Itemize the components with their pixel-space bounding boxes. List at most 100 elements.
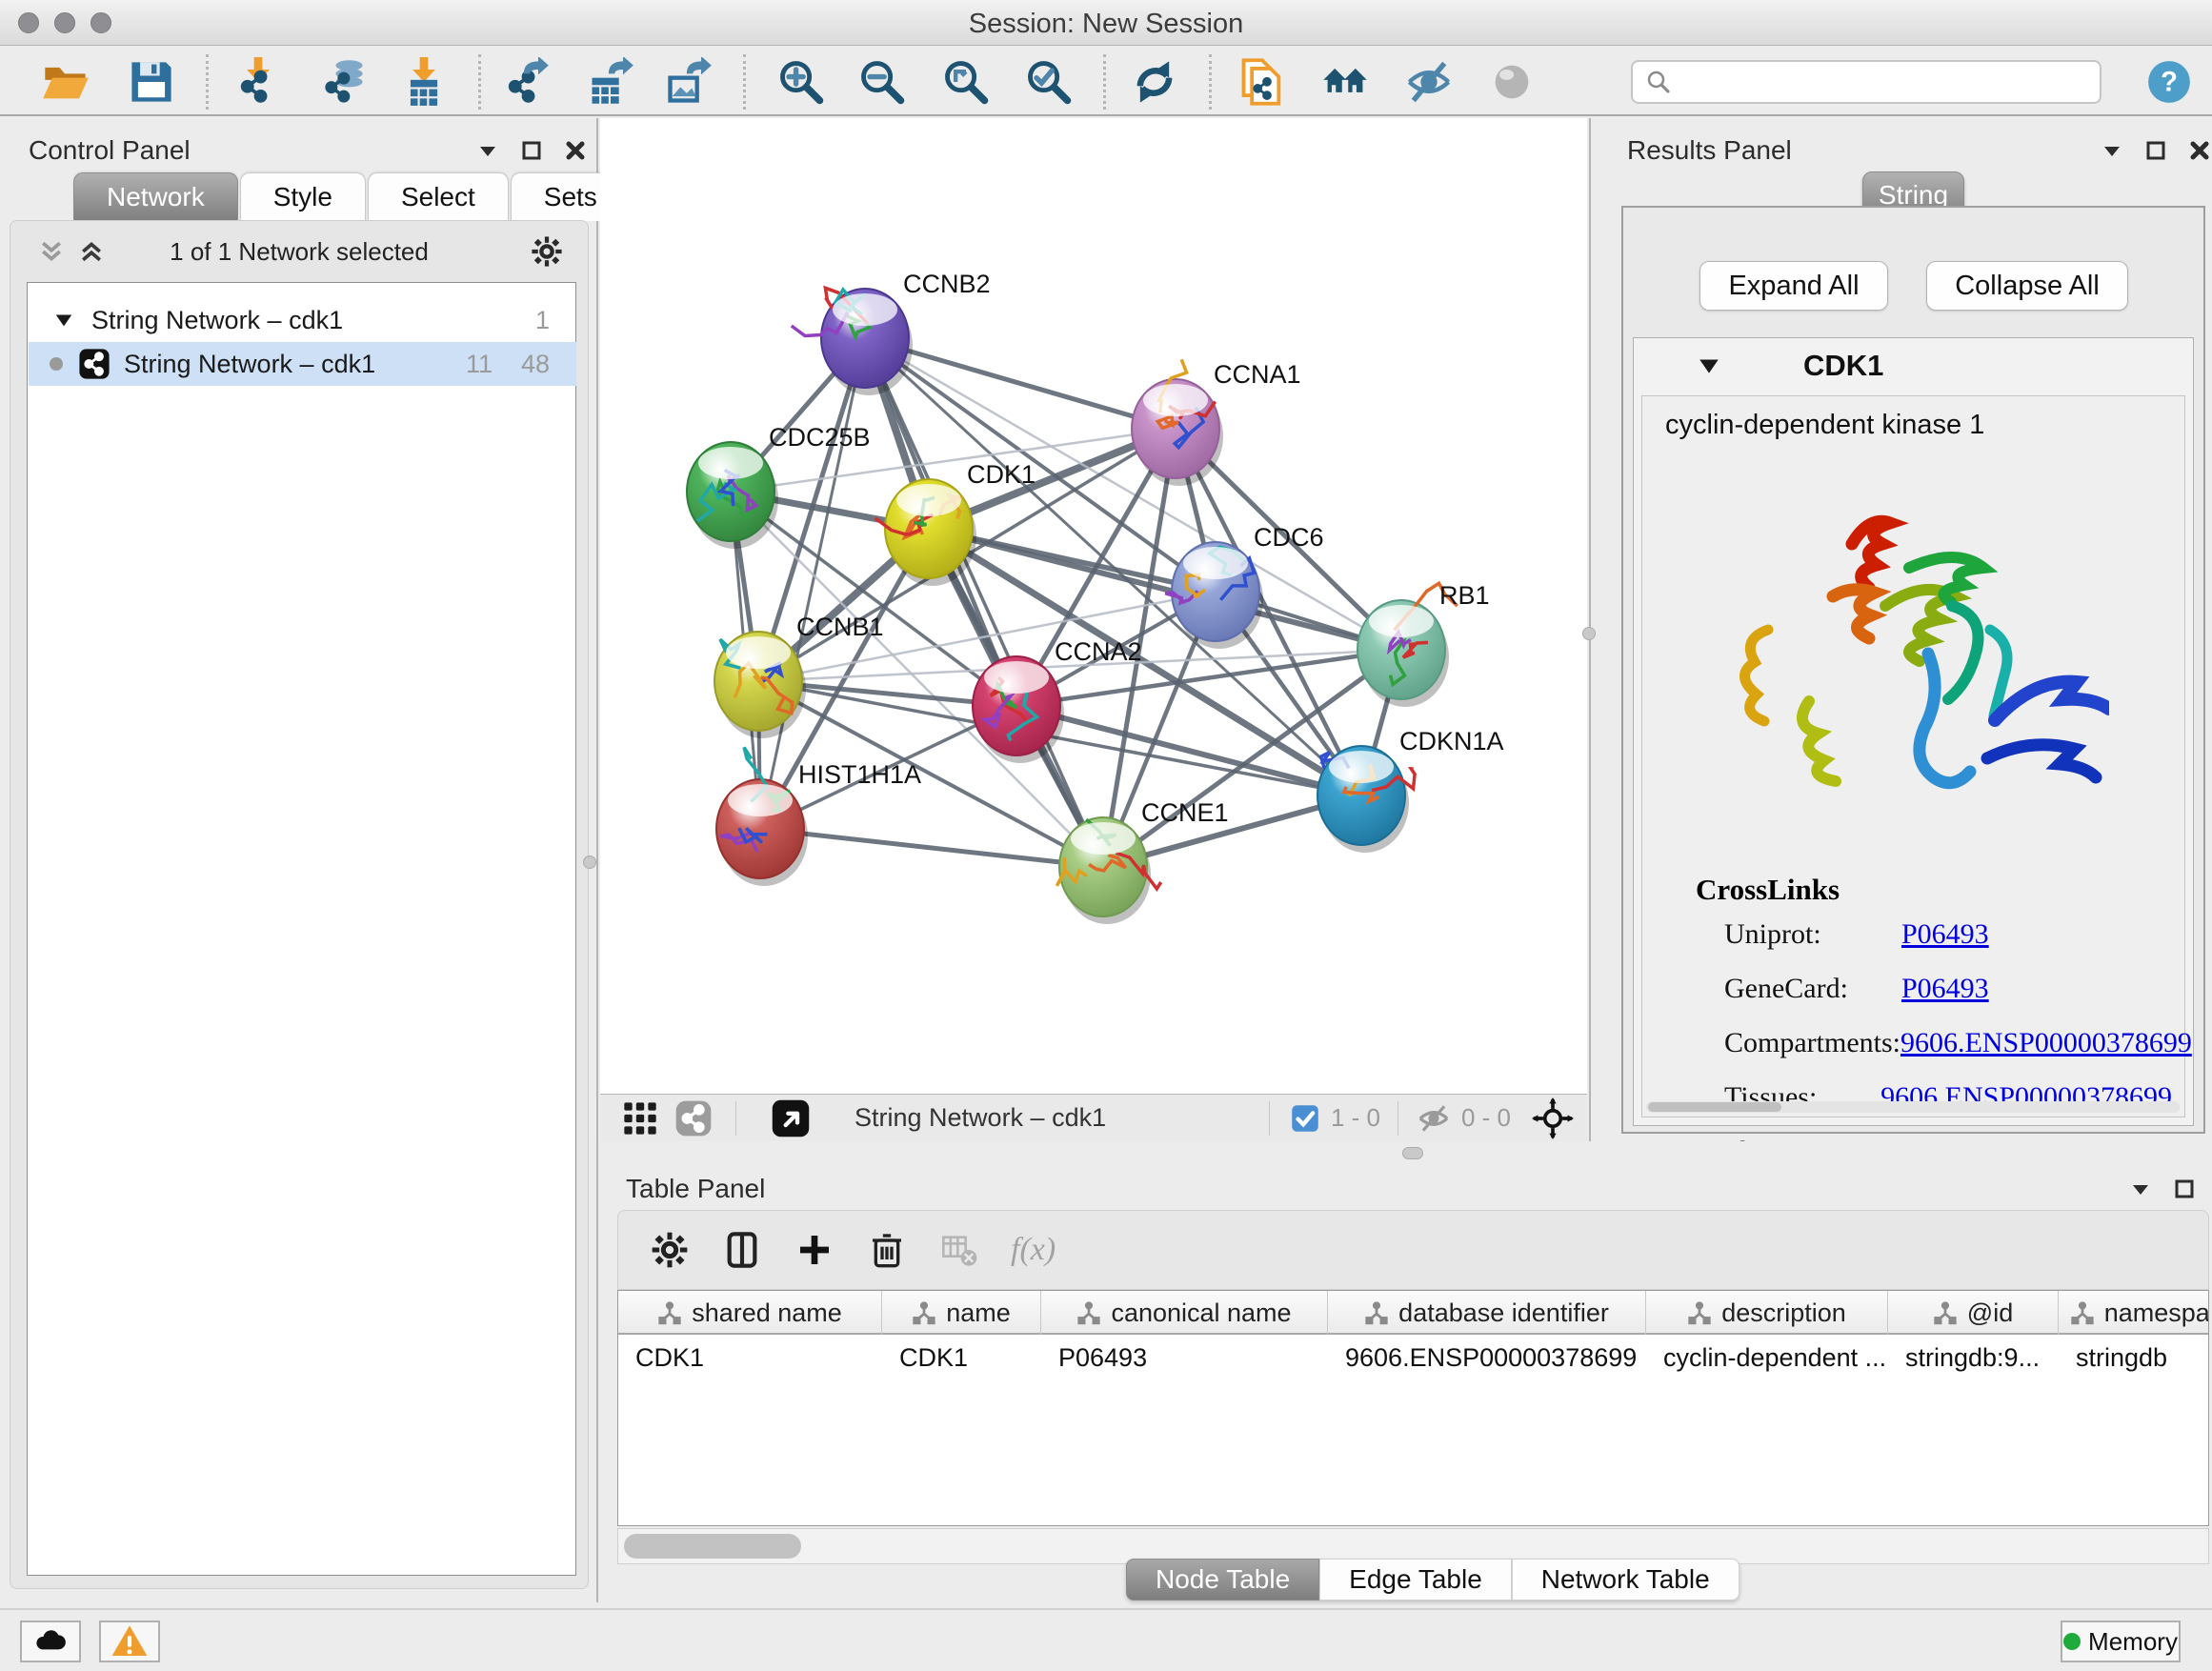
results-hscrollbar[interactable]	[1646, 1101, 2180, 1113]
panel-float-icon[interactable]	[520, 139, 543, 162]
cloud-button[interactable]	[20, 1621, 81, 1662]
panel-float-icon[interactable]	[2144, 139, 2167, 162]
zoom-selected-icon[interactable]	[1023, 56, 1075, 108]
export-image-icon[interactable]	[663, 56, 714, 108]
table-cell[interactable]: stringdb	[2059, 1337, 2209, 1379]
node-label: CCNA2	[1055, 637, 1142, 666]
save-session-icon[interactable]	[126, 56, 177, 108]
node-table: shared namenamecanonical namedatabase id…	[617, 1290, 2209, 1526]
refresh-layout-icon[interactable]	[1129, 56, 1180, 108]
table-cell[interactable]: CDK1	[618, 1337, 882, 1379]
table-panel: Table Panel f(x) shared namenamecanonica…	[614, 1166, 2212, 1580]
import-network-database-icon[interactable]	[317, 56, 369, 108]
column-header-canonical-name[interactable]: canonical name	[1041, 1291, 1328, 1335]
network-node[interactable]: HIST1H1A	[716, 747, 921, 886]
panel-menu-icon[interactable]	[2129, 1178, 2152, 1200]
node-label: RB1	[1439, 581, 1490, 610]
grid-view-icon[interactable]	[621, 1099, 659, 1137]
table-cell[interactable]: P06493	[1041, 1337, 1328, 1379]
tab-edge-table[interactable]: Edge Table	[1319, 1559, 1512, 1601]
panel-close-icon[interactable]	[564, 139, 587, 162]
table-cell[interactable]: CDK1	[882, 1337, 1041, 1379]
import-network-file-icon[interactable]	[232, 56, 284, 108]
column-header-shared-name[interactable]: shared name	[618, 1291, 882, 1335]
string-network-icon	[78, 348, 111, 380]
crosslink-row: Compartments:9606.ENSP00000378699	[1724, 1027, 2172, 1059]
zoom-in-icon[interactable]	[775, 56, 827, 108]
column-header-description[interactable]: description	[1646, 1291, 1888, 1335]
panel-float-icon[interactable]	[2173, 1178, 2196, 1200]
open-session-icon[interactable]	[40, 56, 91, 108]
bottom-splitter-handle[interactable]	[1402, 1147, 1423, 1159]
search-input[interactable]	[1631, 60, 2101, 104]
crosslink-link[interactable]: P06493	[1901, 973, 1989, 1005]
tab-network[interactable]: Network	[73, 172, 238, 221]
tab-select[interactable]: Select	[368, 172, 509, 221]
table-cell[interactable]: 9606.ENSP00000378699	[1328, 1337, 1646, 1379]
tab-network-table[interactable]: Network Table	[1512, 1559, 1739, 1601]
zoom-fit-icon[interactable]	[940, 56, 992, 108]
tab-style[interactable]: Style	[240, 172, 366, 221]
network-edge[interactable]	[760, 829, 1103, 867]
network-options-gear-icon[interactable]	[531, 235, 563, 268]
first-neighbors-icon[interactable]	[1319, 56, 1371, 108]
collection-expand-icon[interactable]	[53, 310, 74, 331]
node-label: HIST1H1A	[798, 760, 921, 789]
birdseye-view-icon[interactable]	[771, 1098, 811, 1138]
section-collapse-icon[interactable]	[1697, 353, 1721, 378]
add-column-icon[interactable]	[795, 1231, 834, 1269]
gene-section-header[interactable]: CDK1	[1634, 338, 2193, 393]
network-collection-row[interactable]: String Network – cdk1 1	[29, 298, 576, 342]
select-columns-icon[interactable]	[723, 1231, 761, 1269]
panel-menu-icon[interactable]	[476, 139, 499, 162]
column-header--id[interactable]: @id	[1888, 1291, 2059, 1335]
left-splitter-handle[interactable]	[583, 856, 596, 869]
table-cell[interactable]: stringdb:9...	[1888, 1337, 2059, 1379]
network-node[interactable]: RB1	[1357, 581, 1490, 707]
crosslink-link[interactable]: 9606.ENSP00000378699	[1900, 1027, 2192, 1059]
table-settings-gear-icon[interactable]	[651, 1231, 689, 1269]
new-network-from-selection-icon[interactable]	[1237, 56, 1288, 108]
column-header-database-identifier[interactable]: database identifier	[1328, 1291, 1646, 1335]
tab-node-table[interactable]: Node Table	[1126, 1559, 1319, 1601]
right-splitter-handle[interactable]	[1582, 627, 1596, 640]
column-header-namespace[interactable]: namespace	[2059, 1291, 2209, 1335]
panel-menu-icon[interactable]	[2101, 139, 2123, 162]
network-edge[interactable]	[760, 338, 865, 829]
crosslinks-title: CrossLinks	[1696, 873, 1840, 907]
export-network-icon[interactable]	[500, 56, 552, 108]
network-tree: String Network – cdk1 1 String Network –…	[27, 282, 576, 1576]
expand-all-button[interactable]: Expand All	[1699, 261, 1888, 311]
memory-button[interactable]: Memory	[2061, 1621, 2181, 1662]
panel-close-icon[interactable]	[2188, 139, 2211, 162]
show-hide-icon[interactable]	[1403, 56, 1455, 108]
collapse-all-button[interactable]: Collapse All	[1926, 261, 2128, 311]
node-label: CDC25B	[769, 423, 871, 452]
network-share-icon[interactable]	[674, 1099, 713, 1137]
network-node[interactable]: CCNE1	[1056, 798, 1228, 924]
export-table-icon[interactable]	[585, 56, 636, 108]
protein-structure-image	[1709, 453, 2109, 863]
network-node[interactable]: CDKN1A	[1317, 727, 1504, 853]
gray-sphere-icon[interactable]	[1486, 56, 1538, 108]
selected-checkbox-icon[interactable]	[1291, 1104, 1319, 1133]
crosslink-link[interactable]: P06493	[1901, 918, 1989, 951]
zoom-out-icon[interactable]	[856, 56, 908, 108]
import-table-file-icon[interactable]	[398, 56, 450, 108]
table-cell[interactable]: cyclin-dependent ...	[1646, 1337, 1888, 1379]
warnings-button[interactable]	[99, 1621, 160, 1662]
help-icon[interactable]: ?	[2143, 56, 2195, 108]
network-node[interactable]: CDC6	[1165, 523, 1323, 649]
network-edge[interactable]	[929, 529, 1401, 650]
network-node[interactable]: CDK1	[875, 460, 1036, 586]
fit-selected-crosshair-icon[interactable]	[1532, 1097, 1574, 1139]
delete-column-icon[interactable]	[868, 1231, 906, 1269]
table-hscrollbar-thumb[interactable]	[624, 1534, 801, 1559]
network-node[interactable]: CCNB2	[792, 270, 991, 395]
table-panel-title: Table Panel	[626, 1174, 765, 1204]
hidden-eye-slash-icon	[1416, 1100, 1452, 1137]
cloud-icon	[31, 1622, 70, 1661]
column-header-name[interactable]: name	[882, 1291, 1041, 1335]
network-row[interactable]: String Network – cdk1 11 48	[29, 342, 576, 386]
network-canvas[interactable]: CCNB2CCNA1CDC25BCDK1CDC6RB1CCNB1CCNA2CDK…	[600, 118, 1587, 1094]
